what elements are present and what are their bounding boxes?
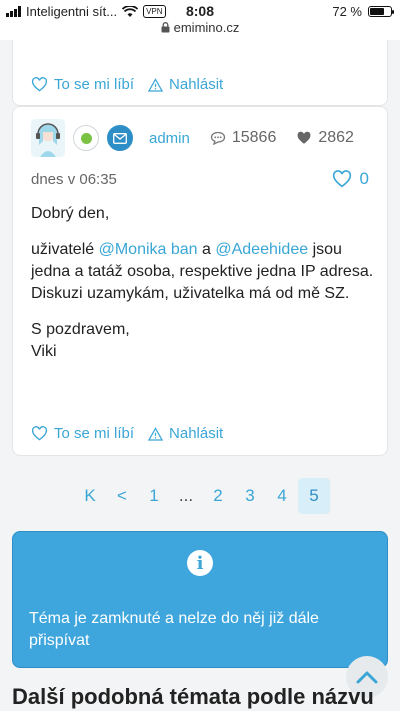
post-signoff: S pozdravem, (31, 321, 130, 338)
posts-count: 15866 (210, 129, 277, 147)
send-message-button[interactable] (107, 125, 133, 151)
online-dot-icon (80, 132, 92, 144)
page-2[interactable]: 2 (202, 478, 234, 514)
section-heading: Další podobná témata podle názvu (12, 684, 374, 709)
pagination: K < 1 ... 2 3 4 5 (74, 478, 330, 514)
status-right: 72 % (332, 4, 394, 19)
mention-link[interactable]: @Monika ban (99, 241, 198, 258)
page-5-current[interactable]: 5 (298, 478, 330, 514)
like-button[interactable]: To se mi líbí (31, 76, 134, 93)
report-label: Nahlásit (169, 76, 224, 93)
heart-outline-icon (31, 426, 48, 441)
battery-percent: 72 % (332, 4, 362, 19)
warning-icon (148, 77, 164, 92)
report-label: Nahlásit (169, 425, 224, 442)
mention-link[interactable]: @Adeehidee (215, 241, 308, 258)
post-actions: To se mi líbí Nahlásit (31, 76, 223, 93)
heart-icon (297, 131, 311, 144)
warning-icon (148, 426, 164, 441)
post-signature: Viki (31, 343, 57, 360)
posts-count-value: 15866 (231, 129, 277, 146)
page-3[interactable]: 3 (234, 478, 266, 514)
hearts-count: 2862 (296, 129, 354, 147)
hearts-count-value: 2862 (318, 129, 354, 146)
comment-icon (210, 131, 226, 145)
lock-icon (161, 22, 170, 33)
url-bar[interactable]: emimino.cz (0, 20, 400, 40)
page-ellipsis: ... (178, 486, 194, 505)
post-greeting: Dobrý den, (31, 205, 110, 222)
author-name[interactable]: admin (149, 130, 190, 147)
report-button[interactable]: Nahlásit (148, 425, 223, 442)
report-button[interactable]: Nahlásit (148, 76, 223, 93)
prev-page-button[interactable]: < (106, 478, 138, 514)
post-actions: To se mi líbí Nahlásit (31, 425, 223, 442)
info-icon: i (187, 550, 213, 576)
post-author: admin 15866 2862 (31, 119, 354, 157)
like-label: To se mi líbí (54, 425, 135, 442)
post-card: admin 15866 2862 dnes v 06:35 0 Dobrý de… (12, 106, 388, 456)
post-likes[interactable]: 0 (332, 169, 369, 189)
avatar[interactable] (31, 119, 65, 157)
like-label: To se mi líbí (54, 76, 135, 93)
url-text: emimino.cz (173, 20, 240, 35)
first-page-button[interactable]: K (74, 478, 106, 514)
previous-post: To se mi líbí Nahlásit (12, 40, 388, 106)
like-button[interactable]: To se mi líbí (31, 425, 134, 442)
post-date: dnes v 06:35 (31, 171, 117, 188)
page-4[interactable]: 4 (266, 478, 298, 514)
text-segment: a (197, 241, 216, 258)
mail-icon (113, 132, 127, 144)
post-body: Dobrý den, uživatelé @Monika ban a @Adee… (31, 203, 376, 363)
heart-outline-icon (332, 170, 351, 188)
chevron-up-icon (356, 671, 378, 684)
page-1[interactable]: 1 (138, 478, 170, 514)
online-status (73, 125, 99, 151)
battery-icon (368, 6, 394, 17)
likes-count: 0 (359, 169, 369, 188)
heart-outline-icon (31, 77, 48, 92)
post-paragraph: uživatelé @Monika ban a @Adeehidee jsou … (31, 239, 376, 305)
locked-notice: i Téma je zamknuté a nelze do něj již dá… (12, 531, 388, 668)
text-segment: uživatelé (31, 241, 99, 258)
notice-text: Téma je zamknuté a nelze do něj již dále… (29, 610, 319, 649)
